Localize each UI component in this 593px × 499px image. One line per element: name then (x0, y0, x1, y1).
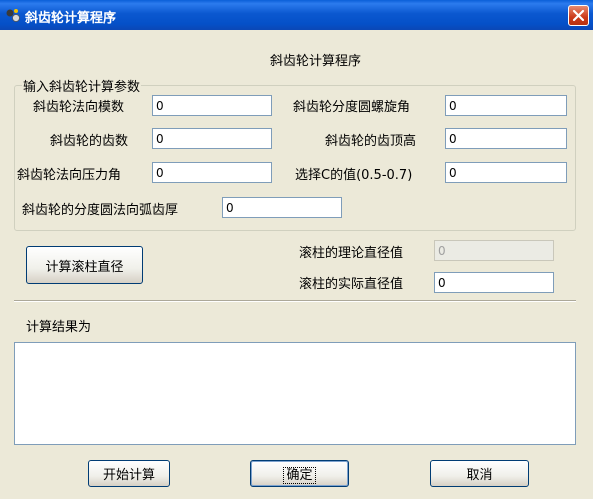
start-calc-button[interactable]: 开始计算 (88, 460, 170, 487)
roller-actual-input[interactable] (434, 272, 554, 293)
tooth-thickness-input[interactable] (222, 197, 342, 218)
addendum-label: 斜齿轮的齿顶高 (325, 134, 417, 149)
helix-angle-input[interactable] (445, 95, 567, 116)
roller-theory-input (434, 240, 554, 261)
c-value-input[interactable] (445, 162, 567, 183)
group-legend: 输入斜齿轮计算参数 (22, 76, 142, 95)
app-icon (5, 7, 21, 23)
addendum-input[interactable] (445, 128, 567, 149)
title-bar: 斜齿轮计算程序 (0, 0, 593, 30)
result-textarea[interactable] (14, 342, 576, 445)
roller-theory-label: 滚柱的理论直径值 (299, 246, 404, 261)
pressure-angle-label: 斜齿轮法向压力角 (17, 168, 122, 183)
calc-roller-button[interactable]: 计算滚柱直径 (26, 246, 143, 284)
result-label: 计算结果为 (26, 320, 92, 335)
window-title: 斜齿轮计算程序 (25, 11, 117, 26)
cancel-button[interactable]: 取消 (430, 460, 529, 487)
teeth-count-input[interactable] (152, 128, 272, 149)
ok-button-label: 确定 (283, 467, 316, 484)
pressure-angle-input[interactable] (152, 162, 272, 183)
roller-actual-label: 滚柱的实际直径值 (299, 277, 404, 292)
normal-module-label: 斜齿轮法向模数 (33, 100, 125, 115)
c-value-label: 选择C的值(0.5-0.7) (295, 168, 413, 183)
helix-angle-label: 斜齿轮分度圆螺旋角 (293, 100, 411, 115)
close-icon (572, 9, 585, 22)
ok-button[interactable]: 确定 (250, 460, 349, 487)
tooth-thickness-label: 斜齿轮的分度圆法向弧齿厚 (22, 203, 179, 218)
close-button[interactable] (568, 5, 589, 26)
normal-module-input[interactable] (152, 95, 272, 116)
page-title: 斜齿轮计算程序 (270, 54, 362, 69)
teeth-count-label: 斜齿轮的齿数 (50, 134, 129, 149)
separator (14, 300, 576, 302)
